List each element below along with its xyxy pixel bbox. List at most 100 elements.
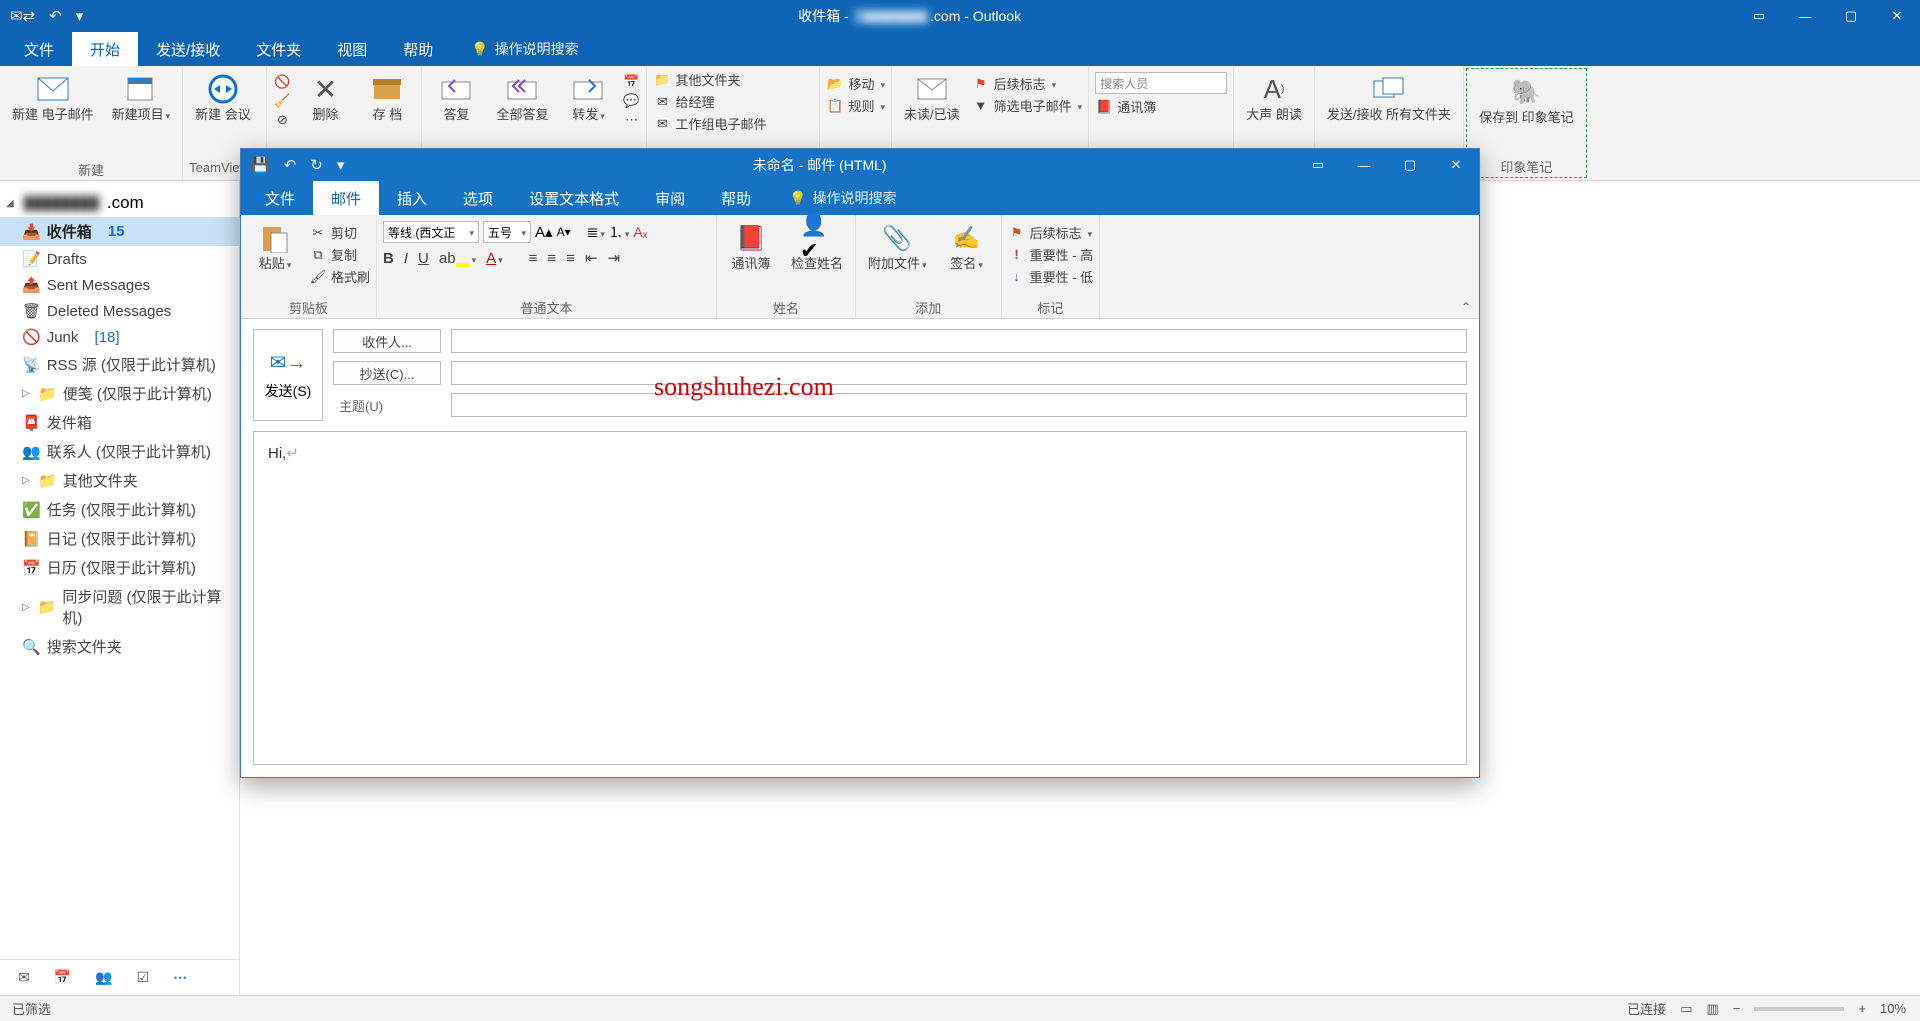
outdent-button[interactable]: ⇤ (585, 249, 598, 267)
nav-mail-icon[interactable]: ✉ (18, 969, 30, 986)
folder-sync[interactable]: ▷📁同步问题 (仅限于此计算机) (0, 582, 239, 632)
tab-format[interactable]: 设置文本格式 (511, 181, 637, 215)
sendreceive-all-button[interactable]: 发送/接收 所有文件夹 (1321, 70, 1457, 125)
tab-file[interactable]: 文件 (247, 181, 313, 215)
minimize-button[interactable]: — (1341, 149, 1387, 181)
font-color-button[interactable]: A (486, 250, 503, 267)
forward-button[interactable]: 转发 (560, 70, 616, 125)
tab-insert[interactable]: 插入 (379, 181, 445, 215)
copy-button[interactable]: ⧉复制 (309, 245, 370, 264)
quickstep-item[interactable]: ✉工作组电子邮件 (653, 114, 813, 133)
unread-button[interactable]: 未读/已读 (898, 70, 966, 125)
followup-button[interactable]: ⚑后续标志 (1008, 223, 1094, 242)
bullets-button[interactable]: ≣ (587, 224, 605, 241)
folder-contacts[interactable]: 👥联系人 (仅限于此计算机) (0, 437, 239, 466)
underline-button[interactable]: U (418, 250, 429, 267)
qat-sendreceive-icon[interactable]: ✉⇄ (10, 7, 35, 25)
folder-drafts[interactable]: 📝Drafts (0, 246, 239, 272)
view-reading-icon[interactable]: ▥ (1706, 1001, 1718, 1017)
subject-input[interactable] (451, 393, 1467, 417)
folder-deleted[interactable]: 🗑Deleted Messages (0, 298, 239, 324)
addressbook-button[interactable]: 📕通讯簿 (723, 219, 779, 274)
tab-view[interactable]: 视图 (319, 32, 385, 66)
cleanup-button[interactable]: 🧹 (273, 93, 291, 109)
low-importance-button[interactable]: ↓重要性 - 低 (1008, 267, 1094, 286)
paste-button[interactable]: 粘贴 (247, 219, 303, 274)
folder-journal[interactable]: 📔日记 (仅限于此计算机) (0, 524, 239, 553)
new-item-button[interactable]: 新建项目 (106, 70, 177, 125)
folder-sent[interactable]: 📤Sent Messages (0, 272, 239, 298)
nav-calendar-icon[interactable]: 📅 (54, 969, 71, 986)
maximize-button[interactable]: ▢ (1387, 149, 1433, 181)
qat-customize-icon[interactable]: ▾ (337, 156, 345, 174)
delete-button[interactable]: ✕删除 (297, 70, 353, 125)
signature-button[interactable]: ✍签名 (939, 219, 995, 274)
cut-button[interactable]: ✂剪切 (309, 223, 370, 242)
cc-button[interactable]: 抄送(C)... (333, 361, 441, 385)
more-respond-button[interactable]: ⋯ (622, 112, 640, 128)
message-body[interactable]: songshuhezi.com Hi,↵ (253, 431, 1467, 765)
tab-home[interactable]: 开始 (72, 32, 138, 66)
folder-tasks[interactable]: ✅任务 (仅限于此计算机) (0, 495, 239, 524)
meeting-button[interactable]: 📅 (622, 74, 640, 90)
tell-me[interactable]: 💡操作说明搜索 (451, 32, 578, 66)
tab-options[interactable]: 选项 (445, 181, 511, 215)
maximize-button[interactable]: ▢ (1828, 0, 1874, 32)
folder-inbox[interactable]: 📥收件箱 15 (0, 217, 239, 246)
check-names-button[interactable]: 👤✔检查姓名 (785, 219, 849, 274)
zoom-out-button[interactable]: − (1733, 1001, 1741, 1016)
qat-redo-icon[interactable]: ↻ (310, 156, 323, 174)
archive-button[interactable]: 存 档 (359, 70, 415, 125)
evernote-button[interactable]: 🐘保存到 印象笔记 (1473, 73, 1580, 128)
nav-tasks-icon[interactable]: ☑ (137, 969, 150, 986)
folder-outbox[interactable]: 📮发件箱 (0, 408, 239, 437)
move-button[interactable]: 📂移动 (826, 74, 885, 93)
new-mail-button[interactable]: 新建 电子邮件 (6, 70, 100, 125)
nav-more-icon[interactable]: ⋯ (173, 969, 187, 986)
quickstep-item[interactable]: ✉给经理 (653, 92, 813, 111)
clear-formatting-button[interactable]: Aₓ (633, 224, 647, 240)
to-input[interactable] (451, 329, 1467, 353)
filter-button[interactable]: ▼筛选电子邮件 (972, 96, 1083, 115)
numbering-button[interactable]: ⒈ (609, 222, 630, 242)
search-people-input[interactable]: 搜索人员 (1095, 72, 1227, 94)
account-header[interactable]: ◢▮▮▮▮▮▮▮▮.com (0, 189, 239, 217)
tab-sendreceive[interactable]: 发送/接收 (138, 32, 238, 66)
cc-input[interactable] (451, 361, 1467, 385)
qat-undo-icon[interactable]: ↶ (49, 7, 62, 25)
to-button[interactable]: 收件人... (333, 329, 441, 353)
send-button[interactable]: ✉→ 发送(S) (253, 329, 323, 421)
tab-message[interactable]: 邮件 (313, 181, 379, 215)
folder-junk[interactable]: 🚫Junk [18] (0, 324, 239, 350)
teamviewer-button[interactable]: 新建 会议 (189, 70, 257, 125)
folder-search[interactable]: 🔍搜索文件夹 (0, 632, 239, 661)
tab-help[interactable]: 帮助 (703, 181, 769, 215)
bold-button[interactable]: B (383, 250, 394, 267)
folder-notes[interactable]: ▷📁便笺 (仅限于此计算机) (0, 379, 239, 408)
replyall-button[interactable]: 全部答复 (490, 70, 554, 125)
qat-save-icon[interactable]: 💾 (251, 156, 270, 174)
im-button[interactable]: 💬 (622, 93, 640, 109)
grow-font-button[interactable]: A▴ (535, 223, 553, 241)
followup-button[interactable]: ⚑后续标志 (972, 74, 1083, 93)
font-family-select[interactable]: 等线 (西文正 (383, 221, 479, 243)
tab-review[interactable]: 审阅 (637, 181, 703, 215)
zoom-in-button[interactable]: + (1858, 1001, 1866, 1016)
close-button[interactable]: ✕ (1433, 149, 1479, 181)
close-button[interactable]: ✕ (1874, 0, 1920, 32)
junk-button[interactable]: ⊘ (273, 112, 291, 128)
format-painter-button[interactable]: 🖌格式刷 (309, 267, 370, 286)
folder-calendar[interactable]: 📅日历 (仅限于此计算机) (0, 553, 239, 582)
folder-rss[interactable]: 📡RSS 源 (仅限于此计算机) (0, 350, 239, 379)
read-aloud-button[interactable]: A)大声 朗读 (1240, 70, 1308, 125)
tab-file[interactable]: 文件 (6, 32, 72, 66)
zoom-slider[interactable] (1754, 1007, 1844, 1011)
addressbook-button[interactable]: 📕通讯簿 (1095, 97, 1227, 116)
minimize-button[interactable]: — (1782, 0, 1828, 32)
align-center-button[interactable]: ≡ (547, 250, 556, 267)
ribbon-options-icon[interactable]: ▭ (1295, 149, 1341, 181)
ribbon-options-icon[interactable]: ▭ (1736, 0, 1782, 32)
tab-help[interactable]: 帮助 (385, 32, 451, 66)
highlight-button[interactable]: ab (439, 250, 476, 267)
tell-me[interactable]: 💡操作说明搜索 (769, 181, 896, 215)
